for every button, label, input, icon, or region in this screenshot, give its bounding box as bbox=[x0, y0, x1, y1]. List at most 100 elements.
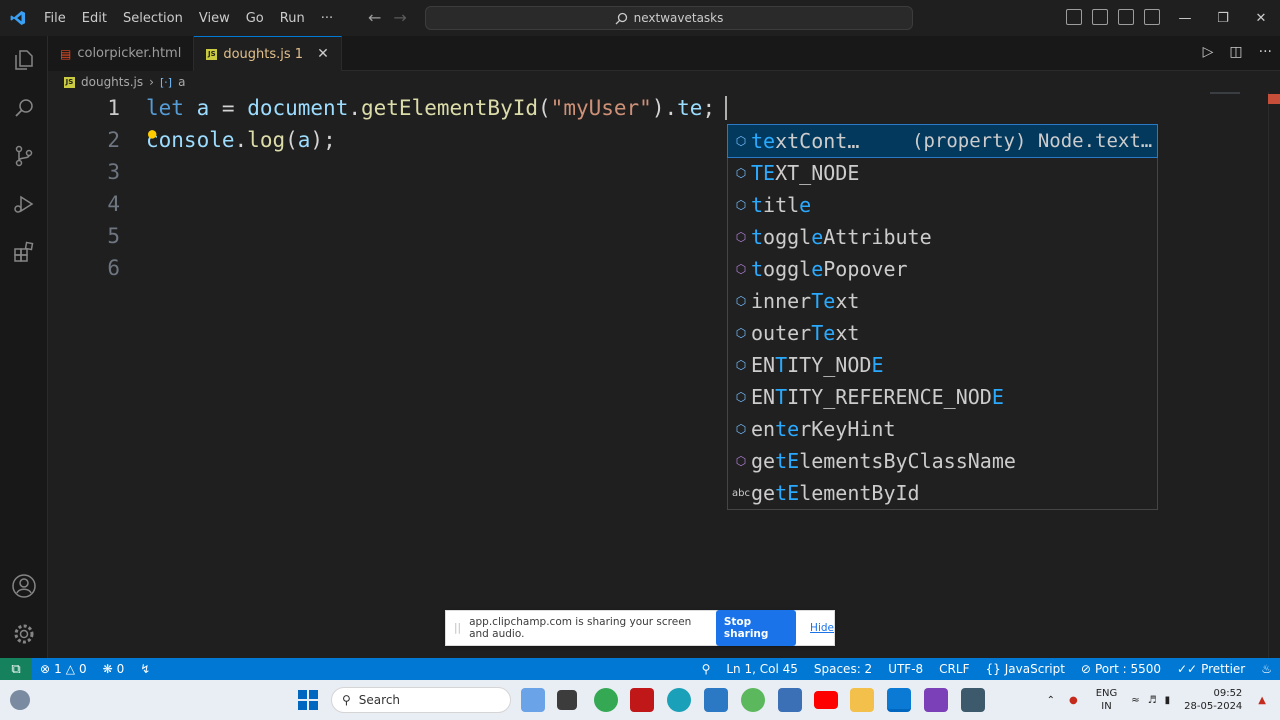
menu-view[interactable]: View bbox=[191, 11, 238, 26]
suggestion-item[interactable]: ⬡ TEXT_NODE bbox=[728, 157, 1157, 189]
method-icon: ⬡ bbox=[735, 262, 747, 276]
more-actions-icon[interactable]: ··· bbox=[1259, 44, 1272, 60]
drag-handle-icon[interactable]: || bbox=[454, 622, 461, 634]
menu-selection[interactable]: Selection bbox=[115, 11, 191, 26]
extensions-icon[interactable] bbox=[0, 228, 48, 276]
suggestion-item[interactable]: ⬡ textCont… (property) Node.text… bbox=[727, 124, 1158, 158]
vscode-taskbar-icon[interactable] bbox=[887, 688, 911, 712]
volume-icon[interactable]: ♬ bbox=[1148, 695, 1157, 706]
ports-count: 0 bbox=[116, 662, 125, 676]
command-center-search[interactable]: nextwavetasks bbox=[425, 6, 913, 30]
explorer-icon[interactable] bbox=[0, 36, 48, 84]
breadcrumb-file[interactable]: doughts.js bbox=[81, 75, 143, 89]
minimize-icon[interactable]: — bbox=[1166, 0, 1204, 36]
source-control-icon[interactable] bbox=[0, 132, 48, 180]
suggestion-item[interactable]: ⬡ title bbox=[728, 189, 1157, 221]
sublime-icon[interactable] bbox=[961, 688, 985, 712]
lightning-icon[interactable]: ↯ bbox=[132, 662, 158, 676]
notifications-icon[interactable]: ♨ bbox=[1253, 662, 1280, 676]
close-window-icon[interactable]: ✕ bbox=[1242, 0, 1280, 36]
menu-file[interactable]: File bbox=[36, 11, 74, 26]
search-icon: ⚲ bbox=[342, 693, 351, 707]
cursor-position[interactable]: Ln 1, Col 45 bbox=[718, 662, 806, 676]
accounts-icon[interactable] bbox=[0, 562, 48, 610]
chrome-icon[interactable] bbox=[594, 688, 618, 712]
windows-start-icon[interactable] bbox=[298, 690, 318, 710]
copilot-icon[interactable] bbox=[521, 688, 545, 712]
stop-sharing-button[interactable]: Stop sharing bbox=[715, 610, 797, 646]
store-icon[interactable] bbox=[704, 688, 728, 712]
language-indicator[interactable]: ENG IN bbox=[1096, 687, 1118, 713]
suggestion-item[interactable]: ⬡ innerText bbox=[728, 285, 1157, 317]
folder-icon[interactable] bbox=[850, 688, 874, 712]
youtube-icon[interactable] bbox=[814, 691, 838, 709]
split-editor-icon[interactable]: ◫ bbox=[1229, 44, 1242, 60]
customize-layout-icon[interactable] bbox=[1144, 9, 1160, 25]
suggestion-item[interactable]: ⬡ ENTITY_REFERENCE_NODE bbox=[728, 381, 1157, 413]
suggestion-item[interactable]: ⬡ ENTITY_NODE bbox=[728, 349, 1157, 381]
ports-indicator[interactable]: ❋ 0 bbox=[95, 662, 133, 676]
toggle-panel-icon[interactable] bbox=[1092, 9, 1108, 25]
line-ending[interactable]: CRLF bbox=[931, 662, 977, 676]
weather-icon[interactable] bbox=[10, 690, 30, 710]
html-icon: ▤ bbox=[60, 46, 72, 61]
suggestion-item[interactable]: ⬡ toggleAttribute bbox=[728, 221, 1157, 253]
language-mode[interactable]: {} JavaScript bbox=[977, 662, 1072, 676]
zoom-icon[interactable]: ⚲ bbox=[694, 662, 719, 676]
menu-go[interactable]: Go bbox=[238, 11, 272, 26]
battery-icon[interactable]: ▮ bbox=[1165, 695, 1171, 706]
screen-share-banner: || app.clipchamp.com is sharing your scr… bbox=[445, 610, 835, 646]
hide-button[interactable]: Hide bbox=[810, 622, 834, 634]
suggestion-item[interactable]: ⬡ togglePopover bbox=[728, 253, 1157, 285]
acrobat-icon[interactable] bbox=[778, 688, 802, 712]
menu-more[interactable]: ··· bbox=[313, 11, 341, 26]
tab-doughts[interactable]: JS doughts.js 1 ✕ bbox=[194, 36, 342, 71]
indentation[interactable]: Spaces: 2 bbox=[806, 662, 880, 676]
tab-colorpicker[interactable]: ▤ colorpicker.html bbox=[48, 36, 195, 71]
suggestion-label: textCont… bbox=[751, 129, 860, 153]
back-arrow-icon[interactable]: ← bbox=[368, 8, 381, 27]
wifi-icon[interactable]: ≈ bbox=[1131, 695, 1139, 706]
suggestion-item[interactable]: ⬡ enterKeyHint bbox=[728, 413, 1157, 445]
breadcrumb-symbol[interactable]: a bbox=[178, 75, 185, 89]
microphone-icon[interactable]: ● bbox=[1069, 695, 1078, 706]
taskbar-search[interactable]: ⚲ Search bbox=[331, 687, 511, 713]
forward-arrow-icon[interactable]: → bbox=[393, 8, 406, 27]
language-label: JavaScript bbox=[1004, 662, 1065, 676]
prettier-status[interactable]: ✓✓ Prettier bbox=[1169, 662, 1253, 676]
menu-edit[interactable]: Edit bbox=[74, 11, 115, 26]
edge-icon[interactable] bbox=[667, 688, 691, 712]
minimap[interactable] bbox=[1210, 92, 1240, 94]
clipchamp-icon[interactable] bbox=[924, 688, 948, 712]
remote-icon[interactable]: ⧉ bbox=[0, 658, 32, 680]
activity-bar bbox=[0, 36, 48, 658]
encoding[interactable]: UTF-8 bbox=[880, 662, 931, 676]
clock-time: 09:52 bbox=[1213, 688, 1243, 699]
toggle-primary-sidebar-icon[interactable] bbox=[1066, 9, 1082, 25]
vscode-logo-icon bbox=[0, 0, 36, 36]
notification-bell-icon[interactable]: ▲ bbox=[1258, 695, 1266, 706]
close-icon[interactable]: ✕ bbox=[317, 46, 329, 62]
lightbulb-icon[interactable]: ● bbox=[148, 126, 156, 142]
restore-icon[interactable]: ❐ bbox=[1204, 0, 1242, 36]
menu-run[interactable]: Run bbox=[272, 11, 313, 26]
run-debug-icon[interactable] bbox=[0, 180, 48, 228]
warning-count: 0 bbox=[78, 662, 87, 676]
editor-scrollbar[interactable] bbox=[1268, 92, 1280, 658]
property-icon: ⬡ bbox=[735, 294, 747, 308]
search-view-icon[interactable] bbox=[0, 84, 48, 132]
problems-indicator[interactable]: ⊗ 1 △ 0 bbox=[32, 662, 95, 676]
manage-gear-icon[interactable] bbox=[0, 610, 48, 658]
file-manager-icon[interactable] bbox=[557, 690, 577, 710]
suggestion-item[interactable]: abc getElementById bbox=[728, 477, 1157, 509]
suggestion-item[interactable]: ⬡ outerText bbox=[728, 317, 1157, 349]
live-server-port[interactable]: ⊘ Port : 5500 bbox=[1073, 662, 1169, 676]
suggestion-item[interactable]: ⬡ getElementsByClassName bbox=[728, 445, 1157, 477]
clock[interactable]: 09:52 28-05-2024 bbox=[1184, 687, 1242, 713]
mcafee-icon[interactable] bbox=[630, 688, 654, 712]
run-file-icon[interactable]: ▷ bbox=[1203, 44, 1214, 60]
toggle-secondary-sidebar-icon[interactable] bbox=[1118, 9, 1134, 25]
chevron-up-icon[interactable]: ⌃ bbox=[1047, 695, 1055, 706]
paint-icon[interactable] bbox=[741, 688, 765, 712]
status-bar: ⧉ ⊗ 1 △ 0 ❋ 0 ↯ ⚲ Ln 1, Col 45 Spaces: 2… bbox=[0, 658, 1280, 680]
